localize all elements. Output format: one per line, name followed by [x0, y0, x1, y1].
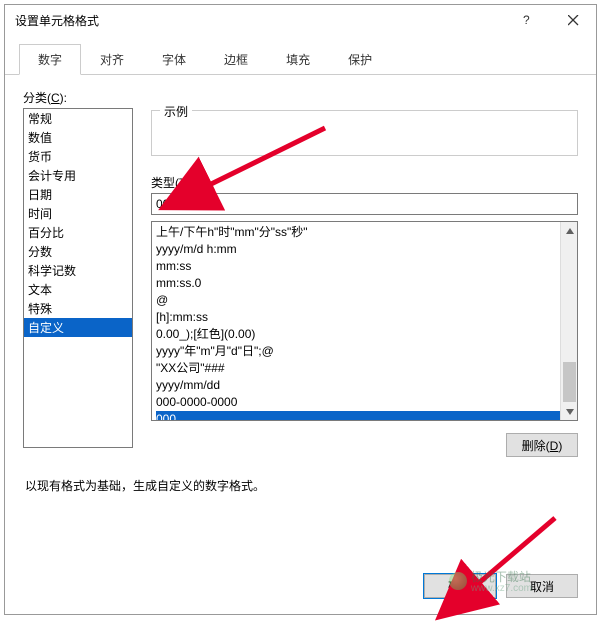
tab-font[interactable]: 字体 [143, 44, 205, 75]
format-item[interactable]: [h]:mm:ss [156, 309, 560, 326]
format-listbox[interactable]: 上午/下午h"时"mm"分"ss"秒" yyyy/m/d h:mm mm:ss … [151, 221, 578, 421]
titlebar: 设置单元格格式 ? [5, 5, 596, 35]
hint-text: 以现有格式为基础，生成自定义的数字格式。 [23, 477, 578, 494]
category-item[interactable]: 日期 [24, 185, 132, 204]
tab-bar: 数字 对齐 字体 边框 填充 保护 [5, 35, 596, 75]
category-item-custom[interactable]: 自定义 [24, 318, 132, 337]
scroll-down-arrow-icon[interactable] [561, 403, 578, 420]
type-label: 类型(T): [151, 174, 578, 191]
delete-button[interactable]: 删除(D) [506, 433, 578, 457]
format-item[interactable]: yyyy/m/d h:mm [156, 241, 560, 258]
format-cells-dialog: 设置单元格格式 ? 数字 对齐 字体 边框 填充 保护 分类(C): 常规 数值 [4, 4, 597, 615]
category-item[interactable]: 时间 [24, 204, 132, 223]
format-scrollbar[interactable] [560, 222, 577, 420]
dialog-footer: 确定 取消 [424, 574, 578, 598]
format-item-selected[interactable]: 000 [156, 411, 560, 420]
tab-fill[interactable]: 填充 [267, 44, 329, 75]
dialog-title: 设置单元格格式 [15, 12, 504, 29]
format-item[interactable]: 0.00_);[红色](0.00) [156, 326, 560, 343]
category-item[interactable]: 数值 [24, 128, 132, 147]
format-item[interactable]: 上午/下午h"时"mm"分"ss"秒" [156, 224, 560, 241]
scrollbar-thumb[interactable] [563, 362, 576, 402]
category-item[interactable]: 分数 [24, 242, 132, 261]
tab-alignment[interactable]: 对齐 [81, 44, 143, 75]
sample-legend: 示例 [160, 103, 192, 120]
format-item[interactable]: @ [156, 292, 560, 309]
category-item[interactable]: 文本 [24, 280, 132, 299]
cancel-button[interactable]: 取消 [506, 574, 578, 598]
help-button[interactable]: ? [504, 5, 550, 35]
tab-protection[interactable]: 保护 [329, 44, 391, 75]
category-label: 分类(C): [23, 89, 578, 106]
format-item[interactable]: 000-0000-0000 [156, 394, 560, 411]
category-listbox[interactable]: 常规 数值 货币 会计专用 日期 时间 百分比 分数 科学记数 文本 特殊 自定… [23, 108, 133, 448]
tab-number[interactable]: 数字 [19, 44, 81, 75]
format-item[interactable]: mm:ss [156, 258, 560, 275]
ok-button[interactable]: 确定 [424, 574, 496, 598]
close-icon [568, 15, 579, 26]
category-item[interactable]: 货币 [24, 147, 132, 166]
svg-text:?: ? [523, 14, 530, 26]
format-item[interactable]: yyyy/mm/dd [156, 377, 560, 394]
category-item[interactable]: 科学记数 [24, 261, 132, 280]
category-item[interactable]: 百分比 [24, 223, 132, 242]
format-item[interactable]: yyyy"年"m"月"d"日";@ [156, 343, 560, 360]
category-item[interactable]: 常规 [24, 109, 132, 128]
right-column: 示例 类型(T): 上午/下午h"时"mm"分"ss"秒" yyyy/m/d h… [151, 108, 578, 457]
tab-border[interactable]: 边框 [205, 44, 267, 75]
close-button[interactable] [550, 5, 596, 35]
category-item[interactable]: 特殊 [24, 299, 132, 318]
scroll-up-arrow-icon[interactable] [561, 222, 578, 239]
format-item[interactable]: mm:ss.0 [156, 275, 560, 292]
sample-group: 示例 [151, 110, 578, 156]
format-item[interactable]: "XX公司"### [156, 360, 560, 377]
category-item[interactable]: 会计专用 [24, 166, 132, 185]
type-input[interactable] [151, 193, 578, 215]
dialog-body: 分类(C): 常规 数值 货币 会计专用 日期 时间 百分比 分数 科学记数 文… [5, 75, 596, 494]
